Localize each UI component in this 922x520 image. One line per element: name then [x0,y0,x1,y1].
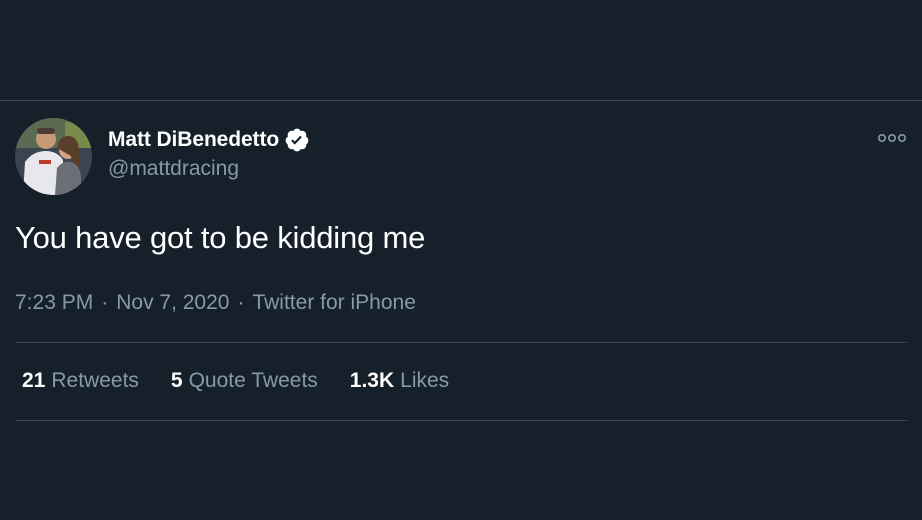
tweet-date[interactable]: Nov 7, 2020 [116,291,229,315]
tweet-metadata: 7:23 PM · Nov 7, 2020 · Twitter for iPho… [15,291,416,315]
author-display-name[interactable]: Matt DiBenedetto [108,128,279,152]
divider [15,420,907,421]
divider [15,342,907,343]
more-options-icon[interactable] [877,131,906,143]
verified-badge-icon [284,127,310,153]
tweet-author[interactable]: Matt DiBenedetto @mattdracing [108,125,310,181]
meta-separator: · [237,291,245,314]
tweet-stats: 21 Retweets 5 Quote Tweets 1.3K Likes [22,369,481,393]
retweets-stat[interactable]: 21 Retweets [22,369,139,393]
quote-tweets-label: Quote Tweets [188,369,318,392]
retweets-label: Retweets [51,369,139,392]
author-name-row: Matt DiBenedetto [108,125,310,155]
avatar-photo [15,118,92,195]
retweets-count: 21 [22,369,46,392]
tweet-source[interactable]: Twitter for iPhone [252,291,415,315]
tweet-text: You have got to be kidding me [15,220,426,255]
likes-stat[interactable]: 1.3K Likes [350,369,449,393]
tweet-time[interactable]: 7:23 PM [15,291,93,315]
quote-tweets-stat[interactable]: 5 Quote Tweets [171,369,318,393]
avatar[interactable] [15,118,92,195]
tweet-card: Matt DiBenedetto @mattdracing You have g… [0,101,922,520]
likes-label: Likes [400,369,450,392]
meta-separator: · [101,291,109,314]
author-handle[interactable]: @mattdracing [108,157,310,181]
quote-tweets-count: 5 [170,369,183,392]
likes-count: 1.3K [349,369,395,392]
